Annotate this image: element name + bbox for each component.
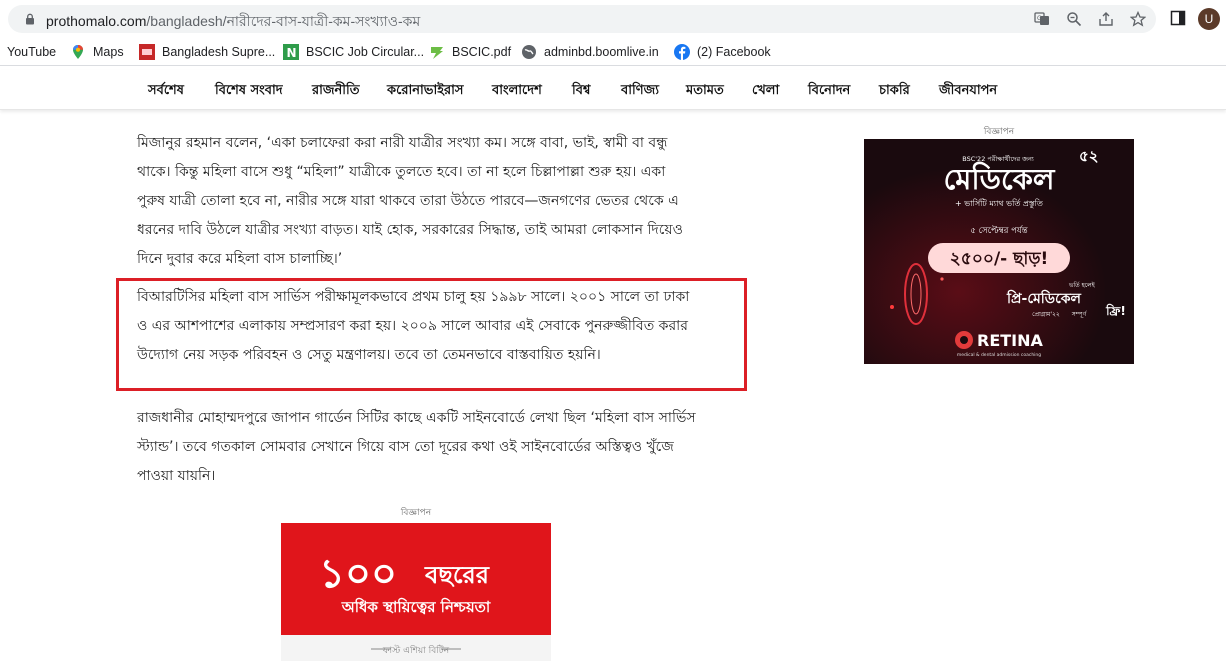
bookmark-youtube[interactable]: YouTube [7, 43, 56, 61]
ad-subtitle: + ভার্সিটি ম্যাথ ভর্তি প্রস্তুতি [955, 198, 1044, 208]
nav-item-sports[interactable]: খেলা [752, 81, 779, 102]
article-paragraph: মিজানুর রহমান বলেন, ‘একা চলাফেরা করা নার… [137, 135, 683, 267]
ad-bottom-strip: ফাস্ট এশিয়া বিটিন [281, 635, 551, 661]
nav-item-latest[interactable]: সর্বশেষ [148, 81, 184, 102]
ad-label: বিজ্ঞাপন [400, 508, 432, 518]
ad-tagline: অধিক স্থায়িত্বের নিশ্চয়তা [341, 597, 491, 616]
nav-item-opinion[interactable]: মতামত [686, 81, 724, 102]
share-icon[interactable] [1098, 11, 1114, 27]
svg-text:G: G [1037, 15, 1042, 22]
bookmark-bscic-job[interactable]: N BSCIC Job Circular... [283, 43, 424, 61]
article-paragraph: রাজধানীর মোহাম্মদপুরে জাপান গার্ডেন সিটি… [137, 410, 696, 484]
site-navigation: সর্বশেষ বিশেষ সংবাদ রাজনীতি করোনাভাইরাস … [0, 70, 1226, 110]
bookmark-bscic-pdf[interactable]: BSCIC.pdf [429, 43, 511, 61]
ad-banner-right[interactable]: ৫২ BSC'22 পরীক্ষার্থীদের জন্য মেডিকেল + … [864, 139, 1134, 364]
nav-item-politics[interactable]: রাজনীতি [312, 81, 360, 102]
side-panel-icon[interactable] [1170, 10, 1186, 26]
browser-toolbar: prothomalo.com/bangladesh/নারীদের-বাস-যা… [0, 0, 1226, 36]
nav-item-business[interactable]: বাণিজ্য [621, 81, 659, 102]
supreme-court-icon [139, 44, 155, 60]
ad-discount: ২৫০০/- ছাড়! [950, 249, 1049, 269]
nav-item-coronavirus[interactable]: করোনাভাইরাস [387, 81, 464, 102]
article-paragraph-highlighted: বিআরটিসির মহিলা বাস সার্ভিস পরীক্ষামূলকভ… [137, 289, 690, 363]
bookmark-label: BSCIC.pdf [452, 45, 512, 59]
bookmark-label: (2) Facebook [697, 45, 771, 59]
bookmark-label: Bangladesh Supre... [162, 45, 276, 59]
ad-brand-sub: medical & dental admission coaching [957, 352, 1041, 358]
bookmark-facebook[interactable]: (2) Facebook [674, 43, 771, 61]
bscic-pdf-icon [431, 47, 443, 59]
address-bar[interactable]: prothomalo.com/bangladesh/নারীদের-বাস-যা… [8, 5, 1156, 33]
ad-title: মেডিকেল [943, 161, 1055, 196]
nav-item-lifestyle[interactable]: জীবনযাপন [939, 81, 997, 102]
ad-pre-small: ভর্তি হলেই [1068, 282, 1096, 289]
nav-item-entertainment[interactable]: বিনোদন [808, 81, 850, 102]
ad-big-number: ১০০ [319, 551, 397, 597]
bookmark-supreme-court[interactable]: Bangladesh Supre... [139, 43, 275, 61]
lock-icon [26, 13, 34, 25]
ad-artwork: ১০০ বছরের অধিক স্থায়িত্বের নিশ্চয়তা [319, 551, 491, 616]
ad-label: বিজ্ঞাপন [983, 127, 1015, 137]
profile-avatar[interactable]: U [1198, 8, 1220, 30]
ad-big-text: বছরের [424, 561, 490, 589]
facebook-icon [674, 44, 690, 60]
nav-item-world[interactable]: বিশ্ব [572, 81, 590, 102]
url-domain: prothomalo.com [46, 13, 147, 29]
ad-brand: RETINA [977, 331, 1044, 350]
ad-strip-text: ফাস্ট এশিয়া বিটিন [382, 644, 450, 656]
ad-pre-year: প্রোগ্রাম'২২ [1032, 311, 1060, 318]
ad-badge: ৫২ [1079, 147, 1099, 165]
bookmark-label: YouTube [7, 45, 57, 59]
nav-item-jobs[interactable]: চাকরি [879, 81, 910, 102]
url-text[interactable]: prothomalo.com/bangladesh/নারীদের-বাস-যা… [46, 10, 420, 34]
svg-text:N: N [287, 46, 297, 60]
bookmark-label: BSCIC Job Circular... [306, 45, 425, 59]
maps-icon [73, 45, 83, 59]
ad-pre-medical: প্রি-মেডিকেল [1006, 289, 1081, 307]
ad-banner-bottom[interactable]: ১০০ বছরের অধিক স্থায়িত্বের নিশ্চয়তা [281, 523, 551, 635]
bscic-n-icon: N [283, 44, 299, 60]
zoom-icon[interactable] [1066, 11, 1082, 27]
bookmark-boomlive[interactable]: adminbd.boomlive.in [521, 43, 659, 61]
nav-item-special-news[interactable]: বিশেষ সংবাদ [215, 81, 283, 102]
bookmarks-bar: YouTube Maps Bangladesh Supre... N BSCIC… [0, 38, 1226, 66]
bookmark-star-icon[interactable] [1130, 11, 1146, 27]
bookmark-maps[interactable]: Maps [70, 43, 124, 61]
globe-icon [522, 45, 536, 59]
translate-icon[interactable]: G [1034, 11, 1050, 27]
bookmark-label: Maps [93, 45, 124, 59]
url-path: /bangladesh/নারীদের-বাস-যাত্রী-কম-সংখ্যা… [146, 13, 421, 29]
bookmark-label: adminbd.boomlive.in [544, 45, 659, 59]
ad-free-prefix: সম্পূর্ণ [1071, 311, 1088, 318]
nav-item-bangladesh[interactable]: বাংলাদেশ [492, 81, 542, 102]
ad-artwork: ৫২ BSC'22 পরীক্ষার্থীদের জন্য মেডিকেল + … [864, 139, 1134, 364]
ad-deadline: ৫ সেপ্টেম্বর পর্যন্ত [970, 225, 1028, 236]
ad-free: ফ্রি! [1105, 303, 1126, 318]
